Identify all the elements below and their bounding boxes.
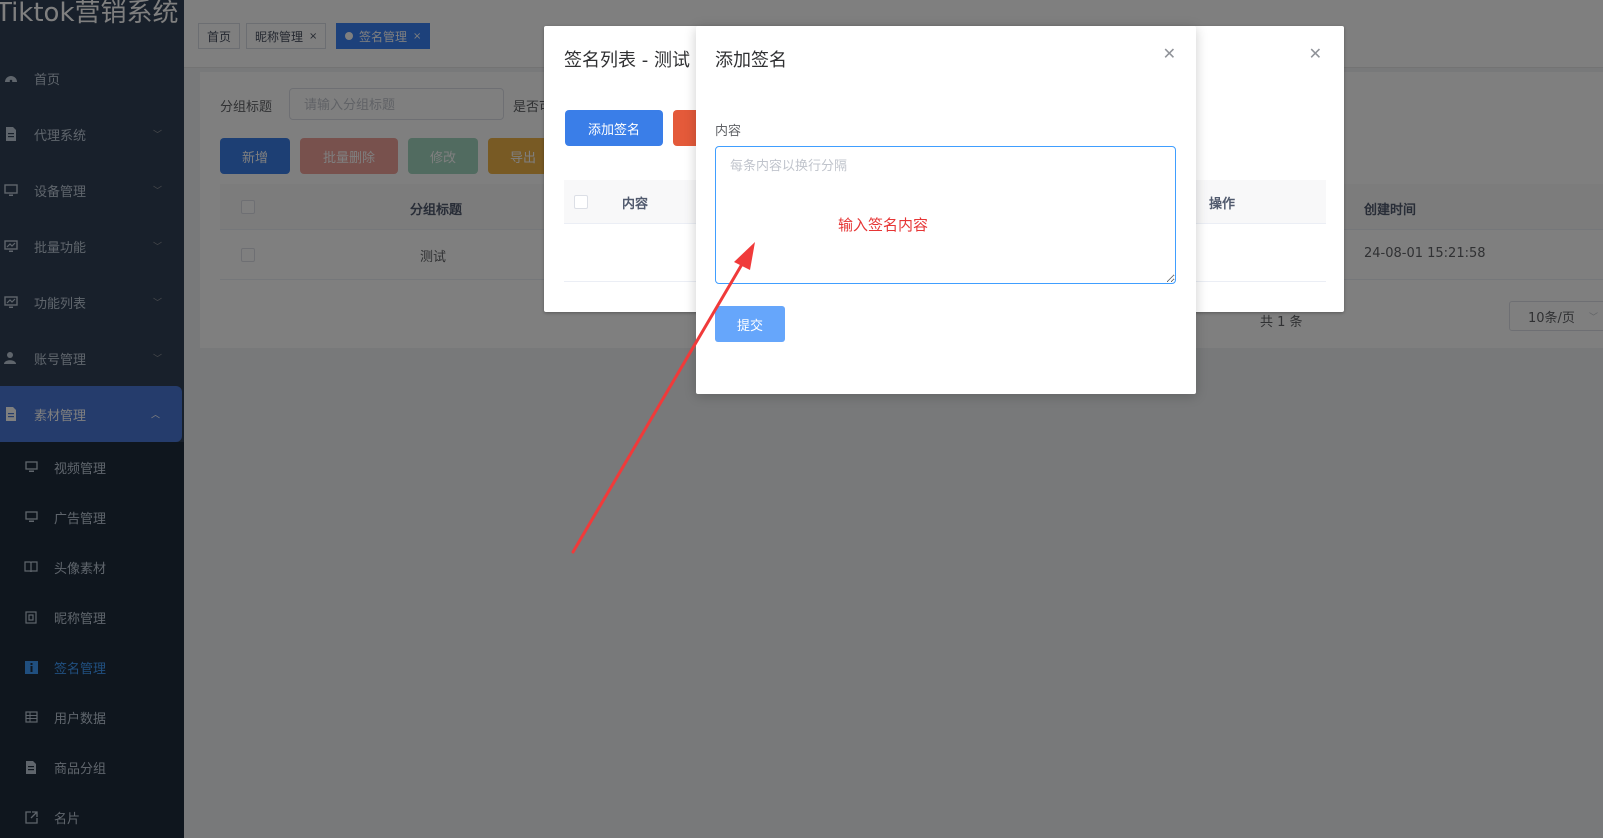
close-icon[interactable]: ✕ — [1163, 44, 1176, 63]
signature-content-textarea[interactable] — [715, 146, 1176, 284]
add-signature-dialog: 添加签名 ✕ 内容 输入签名内容 提交 — [696, 26, 1196, 394]
column-header-content: 内容 — [622, 197, 649, 212]
submit-button[interactable]: 提交 — [715, 306, 785, 342]
dialog-title: 签名列表 - 测试 — [564, 50, 690, 71]
dialog-title: 添加签名 — [715, 50, 787, 71]
annotation-text: 输入签名内容 — [838, 216, 929, 234]
add-signature-button[interactable]: 添加签名 — [565, 110, 663, 146]
select-all-checkbox[interactable] — [574, 195, 588, 209]
close-icon[interactable]: ✕ — [1309, 44, 1322, 63]
column-header-operation: 操作 — [1209, 197, 1236, 212]
content-label: 内容 — [715, 124, 742, 139]
